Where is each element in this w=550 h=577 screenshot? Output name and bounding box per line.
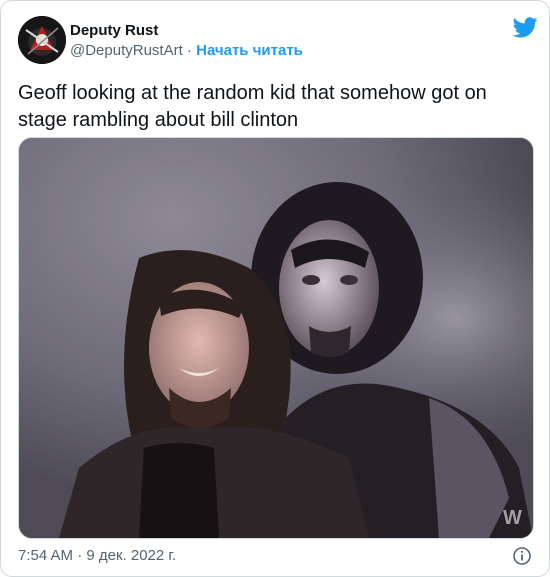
twitter-bird-icon[interactable]: [513, 17, 538, 38]
info-icon[interactable]: [512, 546, 532, 566]
author-handle-line: @DeputyRustArt · Начать читать: [70, 41, 303, 61]
avatar[interactable]: [18, 16, 66, 64]
tweet-card: Deputy Rust @DeputyRustArt · Начать чита…: [0, 0, 550, 577]
tweet-text: Geoff looking at the random kid that som…: [18, 82, 487, 131]
tweet-timestamp[interactable]: 7:54 AM · 9 дек. 2022 г.: [18, 547, 176, 564]
wwe-watermark: W: [503, 507, 522, 529]
tweet-header: Deputy Rust @DeputyRustArt · Начать чита…: [18, 16, 538, 64]
tweet-footer: 7:54 AM · 9 дек. 2022 г.: [18, 545, 532, 567]
wrestlers-photo: W: [19, 138, 533, 538]
avatar-image: [18, 16, 66, 64]
tweet-media-photo[interactable]: W: [18, 137, 534, 539]
follow-button[interactable]: Начать читать: [196, 42, 303, 59]
author-handle[interactable]: @DeputyRustArt: [70, 42, 183, 59]
separator-dot: ·: [182, 42, 197, 59]
author-display-name[interactable]: Deputy Rust: [70, 22, 158, 40]
